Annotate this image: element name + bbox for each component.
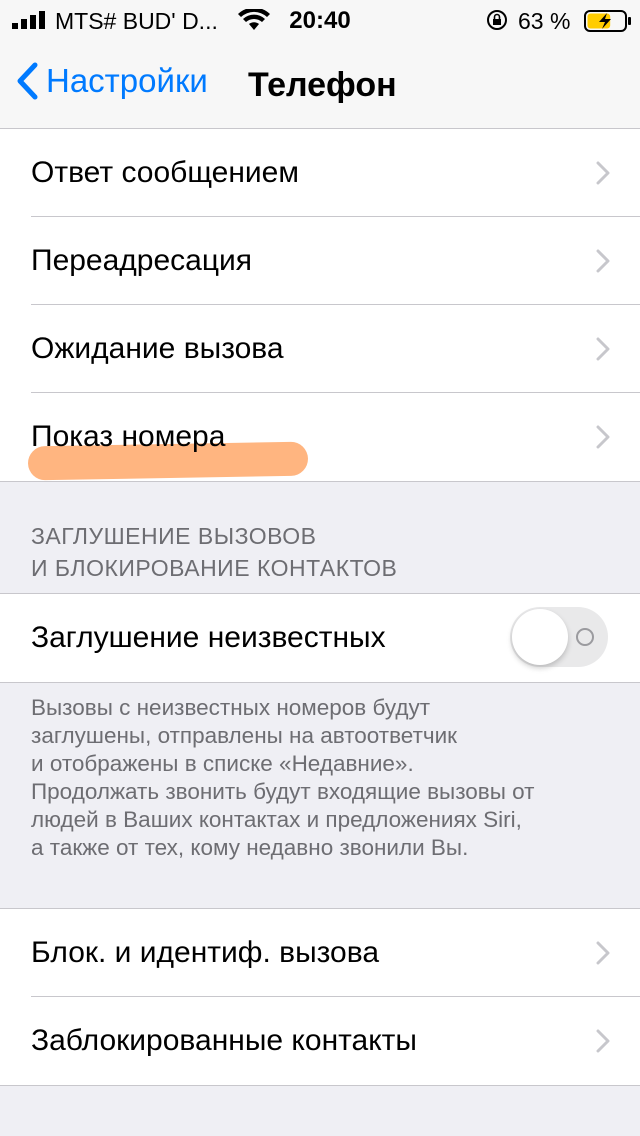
back-button-label: Настройки [46,62,208,99]
chevron-right-icon [596,941,610,965]
chevron-right-icon [596,161,610,185]
list-item-label: Блок. и идентиф. вызова [31,936,380,969]
orientation-lock-icon [487,10,507,30]
list-item-label: Заблокированные контакты [31,1024,417,1057]
toggle-knob [512,609,568,665]
list-item-label: Ответ сообщением [31,156,299,189]
silence-unknown-toggle[interactable] [510,607,608,667]
status-bar: MTS# BUD' D... 20:40 63 % [0,0,640,40]
chevron-left-icon [17,62,38,100]
chevron-right-icon [596,249,610,273]
back-button[interactable]: Настройки [16,62,208,100]
list-item-label: Переадресация [31,244,253,277]
chevron-right-icon [596,1029,610,1053]
chevron-right-icon [596,337,610,361]
page-title: Телефон [248,66,397,104]
blocking-group: Блок. и идентиф. вызова Заблокированные … [0,908,640,1086]
call-settings-group: Ответ сообщением Переадресация Ожидание … [0,129,640,482]
chevron-right-icon [596,425,610,449]
navigation-bar: Настройки Телефон [0,40,640,129]
list-item-label: Показ номера [31,420,226,453]
list-item-silence-unknown: Заглушение неизвестных [0,594,640,682]
battery-percent: 63 % [518,8,571,34]
list-item-reply-with-message[interactable]: Ответ сообщением [0,129,640,217]
list-item-call-forwarding[interactable]: Переадресация [0,217,640,305]
section-footer: Вызовы с неизвестных номеров будут заглу… [31,695,535,860]
list-item-label: Ожидание вызова [31,332,284,365]
section-header: ЗАГЛУШЕНИЕ ВЫЗОВОВ И БЛОКИРОВАНИЕ КОНТАК… [31,523,398,581]
battery-charging-icon [584,10,631,32]
list-item-blocked-contacts[interactable]: Заблокированные контакты [0,997,640,1085]
silence-group: Заглушение неизвестных [0,593,640,683]
toggle-label: Заглушение неизвестных [31,621,386,654]
list-item-call-blocking-identification[interactable]: Блок. и идентиф. вызова [0,909,640,997]
list-item-call-waiting[interactable]: Ожидание вызова [0,305,640,393]
toggle-off-indicator [576,628,594,646]
